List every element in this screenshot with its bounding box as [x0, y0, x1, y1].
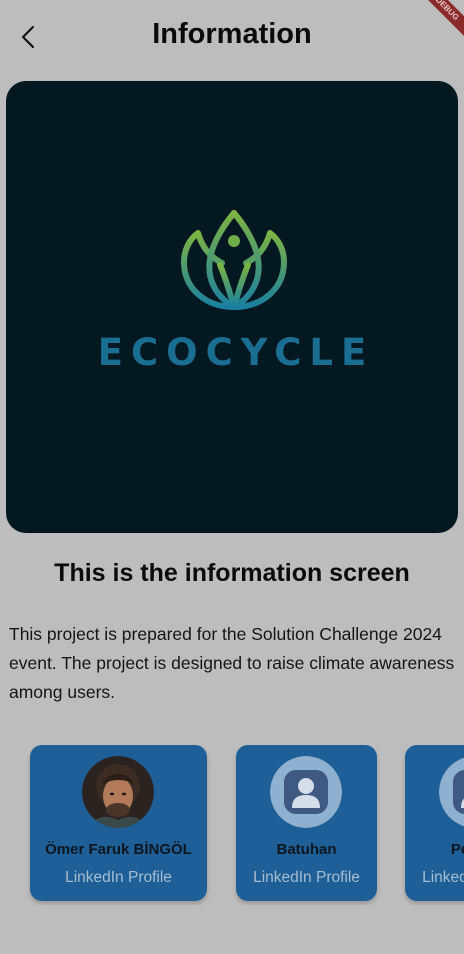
lotus-leaf-icon — [181, 210, 287, 310]
logo-wordmark: ECOCYCLE — [97, 331, 375, 374]
photo-avatar — [82, 756, 154, 828]
member-name: Ömer Faruk BİNGÖL — [45, 841, 192, 858]
linkedin-link[interactable]: LinkedIn Profile — [30, 869, 207, 887]
page-title: Information — [152, 18, 312, 50]
project-description: This project is prepared for the Solutio… — [9, 624, 455, 702]
linkedin-link[interactable]: LinkedIn Profile — [405, 869, 464, 887]
member-name: Pembe — [450, 841, 464, 858]
member-name: Batuhan — [276, 841, 337, 858]
person-placeholder-icon — [439, 756, 464, 828]
app-bar: Information — [0, 0, 464, 76]
info-heading: This is the information screen — [54, 559, 410, 587]
linkedin-link[interactable]: LinkedIn Profile — [236, 869, 377, 887]
logo-image: ECOCYCLE — [6, 81, 458, 533]
team-member-list[interactable]: Ömer Faruk BİNGÖL LinkedIn Profile Batuh… — [0, 745, 464, 905]
member-card[interactable]: Pembe LinkedIn Profile — [405, 745, 464, 901]
member-card[interactable]: Ömer Faruk BİNGÖL LinkedIn Profile — [30, 745, 207, 901]
person-placeholder-icon — [270, 756, 342, 828]
member-card[interactable]: Batuhan LinkedIn Profile — [236, 745, 377, 901]
